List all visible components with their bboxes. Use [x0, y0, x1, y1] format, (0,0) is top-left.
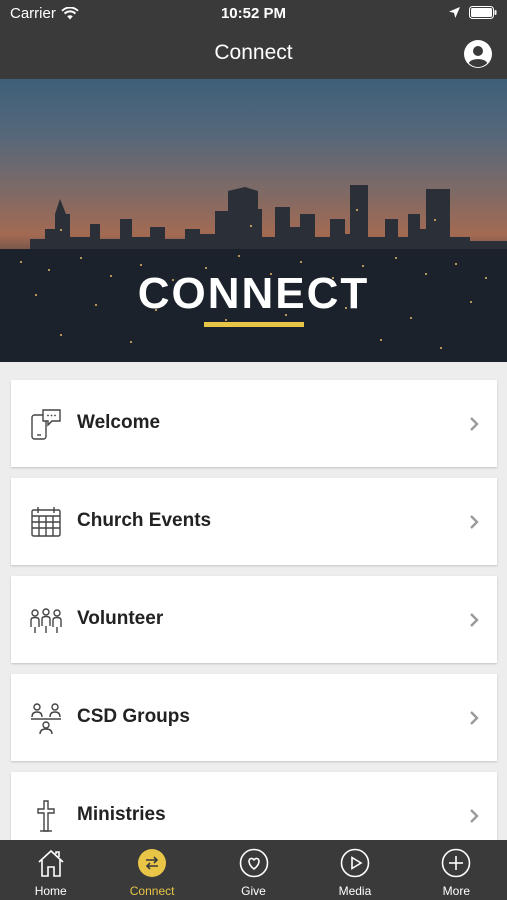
menu-item-church-events[interactable]: Church Events [11, 478, 497, 565]
menu-item-label: Ministries [77, 804, 166, 825]
status-right [448, 6, 497, 19]
status-bar: Carrier 10:52 PM [0, 0, 507, 28]
people-group-icon [30, 608, 62, 633]
menu-item-label: Volunteer [77, 608, 164, 629]
hero-title: CONNECT [137, 269, 370, 318]
navigation-bar: Connect [0, 28, 507, 79]
chevron-right-icon [470, 809, 479, 823]
play-icon [340, 848, 370, 878]
menu-item-label: CSD Groups [77, 706, 190, 727]
location-arrow-icon [449, 7, 460, 18]
phone-chat-icon [31, 409, 61, 440]
group-meeting-icon [31, 703, 61, 735]
chevron-right-icon [470, 613, 479, 627]
page-title: Connect [214, 41, 293, 64]
cross-icon [37, 800, 55, 832]
tab-label: Give [241, 884, 266, 898]
chevron-right-icon [470, 417, 479, 431]
tab-label: Media [338, 884, 372, 898]
tab-give[interactable]: Give [203, 840, 304, 900]
hero-banner: CONNECT [0, 79, 507, 362]
menu-item-csd-groups[interactable]: CSD Groups [11, 674, 497, 761]
tab-connect[interactable]: Connect [101, 840, 202, 900]
battery-icon [469, 6, 497, 19]
tab-label: Home [34, 884, 67, 898]
tab-media[interactable]: Media [304, 840, 405, 900]
tab-home[interactable]: Home [0, 840, 101, 900]
bottom-tab-bar: Home Connect Give Media More [0, 840, 507, 900]
plus-icon [442, 848, 471, 878]
calendar-icon [31, 507, 61, 537]
menu-item-volunteer[interactable]: Volunteer [11, 576, 497, 663]
menu-item-welcome[interactable]: Welcome [11, 380, 497, 467]
chevron-right-icon [470, 711, 479, 725]
hero-title-underline [204, 322, 304, 327]
app-screen: Carrier 10:52 PM Connect CONNECT Welcome… [0, 0, 507, 900]
tab-more[interactable]: More [406, 840, 507, 900]
home-icon [38, 849, 64, 877]
status-time: 10:52 PM [220, 5, 287, 22]
chevron-right-icon [470, 515, 479, 529]
heart-icon [239, 848, 268, 878]
menu-item-label: Welcome [77, 412, 161, 433]
profile-icon[interactable] [464, 40, 492, 68]
tab-label: Connect [129, 884, 175, 898]
city-skyline-image [0, 185, 507, 362]
swap-arrows-icon [138, 849, 167, 877]
tab-label: More [442, 884, 470, 898]
menu-item-label: Church Events [77, 510, 212, 531]
